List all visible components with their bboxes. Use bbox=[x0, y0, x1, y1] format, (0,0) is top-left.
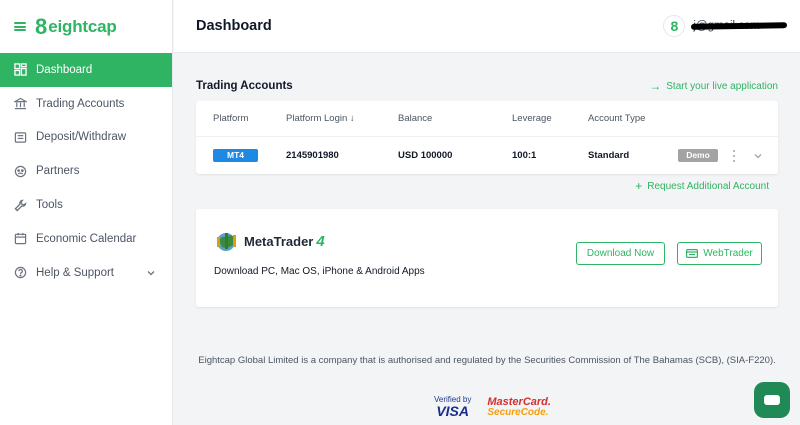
bank-icon bbox=[13, 97, 27, 111]
platform-login: 2145901980 bbox=[286, 150, 339, 161]
help-icon bbox=[13, 266, 27, 280]
chat-icon bbox=[764, 395, 780, 405]
more-options-icon[interactable] bbox=[731, 149, 737, 162]
plus-icon: + bbox=[635, 179, 643, 193]
visa-wordmark: VISA bbox=[436, 403, 470, 419]
sidebar-item-trading-accounts[interactable]: Trading Accounts bbox=[0, 87, 172, 121]
sidebar-item-label: Help & Support bbox=[36, 266, 114, 279]
arrow-right-icon: → bbox=[649, 79, 662, 93]
trading-accounts-header: Trading Accounts → Start your live appli… bbox=[196, 80, 778, 92]
metatrader-logo-text: MetaTrader bbox=[244, 233, 314, 249]
user-email: j@gmail.com bbox=[691, 20, 788, 32]
sort-arrow-icon: ↓ bbox=[349, 113, 355, 124]
securecode-wordmark: SecureCode. bbox=[487, 406, 549, 418]
mastercard-wordmark: MasterCard. bbox=[487, 395, 551, 408]
calendar-icon bbox=[13, 232, 27, 246]
metatrader-logo-version: 4 bbox=[316, 232, 325, 250]
sidebar-item-label: Dashboard bbox=[36, 63, 93, 76]
hamburger-menu-icon[interactable] bbox=[14, 22, 26, 31]
chat-support-button[interactable] bbox=[754, 382, 790, 418]
sidebar: 8 eightcap Dashboard Trading Accounts De… bbox=[0, 0, 173, 425]
table-header: Platform Platform Login ↓ Balance Levera… bbox=[196, 101, 778, 137]
download-now-button[interactable]: Download Now bbox=[576, 242, 665, 265]
brand-mark: 8 bbox=[35, 13, 48, 39]
chevron-down-icon bbox=[147, 270, 155, 276]
section-title: Trading Accounts bbox=[196, 80, 293, 92]
mastercard-securecode-logo: MasterCard. SecureCode. bbox=[487, 395, 551, 418]
main-content: Dashboard 8 j@gmail.com Trading Accounts… bbox=[174, 0, 800, 425]
column-header-leverage: Leverage bbox=[512, 113, 552, 124]
sidebar-item-label: Economic Calendar bbox=[36, 232, 137, 245]
chevron-down-icon[interactable] bbox=[753, 151, 763, 161]
dashboard-icon bbox=[13, 63, 27, 77]
balance: USD 100000 bbox=[398, 150, 453, 161]
user-menu[interactable]: 8 j@gmail.com bbox=[663, 15, 788, 37]
start-live-application-link[interactable]: → Start your live application bbox=[649, 80, 778, 92]
avatar: 8 bbox=[663, 15, 686, 37]
sidebar-item-label: Tools bbox=[36, 199, 63, 212]
button-label: WebTrader bbox=[703, 248, 753, 259]
link-label: Request Additional Account bbox=[647, 180, 769, 192]
verified-by-visa-logo: Verified by VISA bbox=[434, 396, 471, 419]
metatrader-globe-icon bbox=[217, 233, 236, 251]
table-row[interactable]: MT4 2145901980 USD 100000 100:1 Standard… bbox=[196, 137, 778, 174]
metatrader-subtitle: Download PC, Mac OS, iPhone & Android Ap… bbox=[214, 266, 425, 277]
partners-icon bbox=[13, 164, 27, 178]
sidebar-item-label: Partners bbox=[36, 165, 80, 178]
sidebar-item-economic-calendar[interactable]: Economic Calendar bbox=[0, 222, 172, 256]
sidebar-item-help-support[interactable]: Help & Support bbox=[0, 256, 172, 290]
wallet-icon bbox=[13, 130, 27, 144]
status-badge: Demo bbox=[678, 149, 718, 162]
page-title: Dashboard bbox=[196, 18, 272, 34]
top-bar: Dashboard 8 j@gmail.com bbox=[174, 0, 800, 53]
request-additional-account-link[interactable]: + Request Additional Account bbox=[635, 180, 769, 192]
sidebar-item-partners[interactable]: Partners bbox=[0, 154, 172, 188]
metatrader-logo: MetaTrader 4 bbox=[214, 229, 325, 253]
platform-badge: MT4 bbox=[213, 149, 258, 162]
metatrader-card: MetaTrader 4 Download PC, Mac OS, iPhone… bbox=[196, 209, 778, 307]
account-type: Standard bbox=[588, 150, 630, 161]
link-label: Start your live application bbox=[666, 80, 778, 92]
column-label: Platform Login bbox=[286, 113, 348, 124]
sidebar-nav: Dashboard Trading Accounts Deposit/Withd… bbox=[0, 53, 172, 290]
column-header-platform: Platform bbox=[213, 113, 249, 124]
accounts-table: Platform Platform Login ↓ Balance Levera… bbox=[196, 101, 778, 174]
sidebar-item-label: Trading Accounts bbox=[36, 97, 125, 110]
leverage: 100:1 bbox=[512, 150, 537, 161]
sidebar-item-label: Deposit/Withdraw bbox=[36, 131, 127, 144]
webtrader-button[interactable]: WebTrader bbox=[677, 242, 762, 265]
column-header-account-type: Account Type bbox=[588, 113, 646, 124]
payment-badges: Verified by VISA MasterCard. SecureCode. bbox=[434, 395, 551, 419]
sidebar-item-dashboard[interactable]: Dashboard bbox=[0, 53, 172, 87]
sidebar-item-tools[interactable]: Tools bbox=[0, 188, 172, 222]
footer-disclaimer: Eightcap Global Limited is a company tha… bbox=[198, 355, 776, 366]
brand-logo[interactable]: 8 eightcap bbox=[35, 13, 117, 39]
webtrader-icon bbox=[686, 249, 699, 258]
sidebar-item-deposit-withdraw[interactable]: Deposit/Withdraw bbox=[0, 121, 172, 155]
logo-row: 8 eightcap bbox=[0, 0, 172, 53]
column-header-platform-login[interactable]: Platform Login ↓ bbox=[286, 113, 355, 124]
column-header-balance: Balance bbox=[398, 113, 433, 124]
brand-name: eightcap bbox=[48, 16, 117, 36]
wrench-icon bbox=[13, 198, 27, 212]
